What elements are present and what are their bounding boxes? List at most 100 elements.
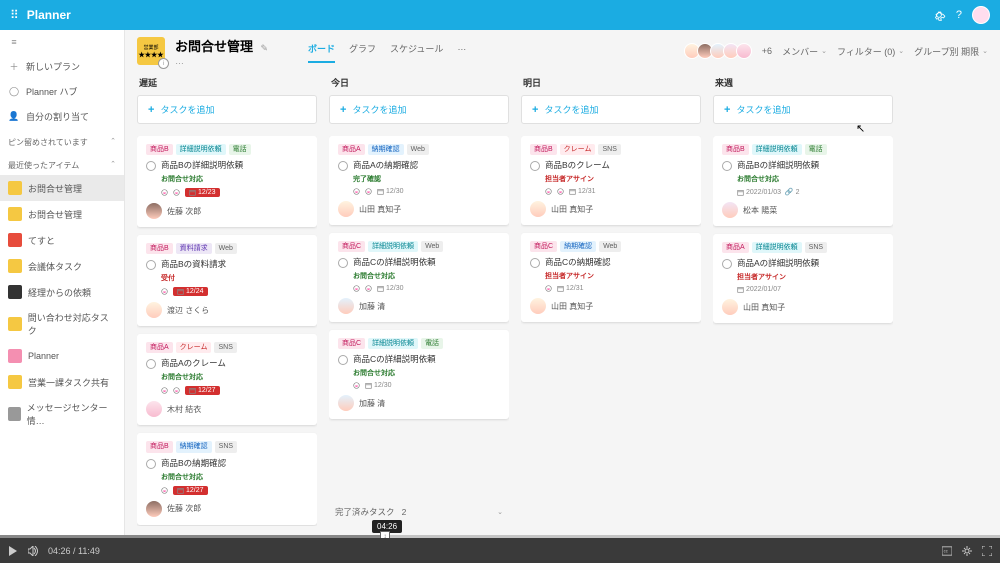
settings-icon[interactable] [962, 546, 972, 556]
add-task-button[interactable]: +タスクを追加 [137, 95, 317, 124]
task-tag[interactable]: Web [215, 243, 237, 254]
nav-plan-item[interactable]: てすと [0, 227, 124, 253]
task-tag[interactable]: Web [421, 241, 443, 252]
completed-toggle[interactable]: 完了済みタスク 2⌄ [329, 498, 509, 526]
task-tag[interactable]: 詳細説明依頼 [176, 144, 226, 155]
task-card[interactable]: 商品B詳細説明依頼電話 商品Bの詳細説明依頼 お問合せ対応 12/23佐藤 次郎 [137, 136, 317, 227]
members-dropdown[interactable]: メンバー⌄ [782, 45, 827, 58]
task-tag[interactable]: SNS [805, 242, 827, 253]
task-assignee[interactable]: 加藤 清 [338, 395, 500, 411]
task-tag[interactable]: クレーム [176, 342, 212, 353]
task-tag[interactable]: 納期確認 [560, 241, 596, 252]
fullscreen-icon[interactable] [982, 546, 992, 556]
task-tag[interactable]: SNS [598, 144, 620, 155]
task-assignee[interactable]: 山田 真知子 [530, 298, 692, 314]
tab[interactable]: ボード [308, 39, 335, 63]
task-card[interactable]: 商品B資料請求Web 商品Bの資料請求 受付 12/24渡辺 さくら [137, 235, 317, 326]
nav-plan-item[interactable]: 問い合わせ対応タスク [0, 305, 124, 343]
nav-new-plan[interactable]: ＋新しいプラン [0, 54, 124, 79]
task-tag[interactable]: 電話 [805, 144, 827, 155]
task-assignee[interactable]: 佐藤 次郎 [146, 501, 308, 517]
user-avatar[interactable] [972, 6, 990, 24]
task-card[interactable]: 商品AクレームSNS 商品Aのクレーム お問合せ対応 12/27木村 結衣 [137, 334, 317, 425]
nav-my-tasks[interactable]: 👤自分の割り当て [0, 104, 124, 129]
task-tag[interactable]: 商品B [146, 144, 173, 155]
nav-plan-item[interactable]: 会議体タスク [0, 253, 124, 279]
task-tag[interactable]: 商品B [530, 144, 557, 155]
complete-checkbox[interactable] [146, 359, 156, 369]
task-tag[interactable]: 電話 [229, 144, 251, 155]
task-tag[interactable]: Web [599, 241, 621, 252]
task-tag[interactable]: 商品C [530, 241, 557, 252]
task-assignee[interactable]: 佐藤 次郎 [146, 203, 308, 219]
group-dropdown[interactable]: グループ別 期限⌄ [914, 45, 988, 58]
help-icon[interactable]: ? [956, 9, 962, 21]
settings-icon[interactable] [932, 8, 946, 22]
tab[interactable]: … [457, 39, 466, 63]
task-tag[interactable]: 詳細説明依頼 [752, 144, 802, 155]
task-tag[interactable]: 納期確認 [368, 144, 404, 155]
member-avatars[interactable] [687, 43, 752, 59]
task-card[interactable]: 商品C詳細説明依頼Web 商品Cの詳細説明依頼 お問合せ対応 12/30加藤 清 [329, 233, 509, 322]
complete-checkbox[interactable] [530, 258, 540, 268]
task-tag[interactable]: 詳細説明依頼 [752, 242, 802, 253]
complete-checkbox[interactable] [338, 161, 348, 171]
task-tag[interactable]: 商品A [338, 144, 365, 155]
app-launcher-icon[interactable]: ⠿ [10, 8, 19, 22]
task-tag[interactable]: クレーム [560, 144, 596, 155]
volume-icon[interactable] [28, 546, 38, 556]
task-tag[interactable]: 納期確認 [176, 441, 212, 452]
captions-icon[interactable]: cc [942, 546, 952, 556]
task-assignee[interactable]: 山田 真知子 [722, 299, 884, 315]
nav-plan-item[interactable]: 営業一課タスク共有 [0, 369, 124, 395]
task-tag[interactable]: SNS [214, 342, 236, 353]
task-card[interactable]: 商品A詳細説明依頼SNS 商品Aの詳細説明依頼 担当者アサイン 2022/01/… [713, 234, 893, 323]
task-tag[interactable]: 商品A [146, 342, 173, 353]
info-badge-icon[interactable]: i [158, 58, 169, 69]
nav-hamburger[interactable]: ≡ [0, 30, 124, 54]
task-tag[interactable]: SNS [215, 441, 237, 452]
add-task-button[interactable]: +タスクを追加 [713, 95, 893, 124]
complete-checkbox[interactable] [338, 355, 348, 365]
task-tag[interactable]: 詳細説明依頼 [368, 241, 418, 252]
task-tag[interactable]: 詳細説明依頼 [368, 338, 418, 349]
task-card[interactable]: 商品C詳細説明依頼電話 商品Cの詳細説明依頼 お問合せ対応 12/30加藤 清 [329, 330, 509, 419]
plan-menu[interactable]: … [175, 56, 268, 66]
add-task-button[interactable]: +タスクを追加 [521, 95, 701, 124]
plan-logo[interactable]: 営業部★★★★ i [137, 37, 165, 65]
filter-dropdown[interactable]: フィルター (0)⌄ [837, 45, 904, 58]
play-icon[interactable] [8, 546, 18, 556]
nav-plan-item[interactable]: お問合せ管理 [0, 201, 124, 227]
nav-pinned-header[interactable]: ピン留めされています⌃ [0, 129, 124, 152]
task-tag[interactable]: 商品B [146, 243, 173, 254]
task-tag[interactable]: 商品B [146, 441, 173, 452]
task-tag[interactable]: 資料請求 [176, 243, 212, 254]
task-assignee[interactable]: 山田 真知子 [530, 201, 692, 217]
extra-members[interactable]: +6 [762, 46, 772, 56]
complete-checkbox[interactable] [722, 259, 732, 269]
edit-icon[interactable]: ✎ [260, 43, 268, 53]
task-assignee[interactable]: 加藤 清 [338, 298, 500, 314]
nav-plan-item[interactable]: お問合せ管理 [0, 175, 124, 201]
tab[interactable]: グラフ [349, 39, 376, 63]
task-card[interactable]: 商品A納期確認Web 商品Aの納期確認 完了確認 12/30山田 真知子 [329, 136, 509, 225]
task-card[interactable]: 商品B納期確認SNS 商品Bの納期確認 お問合せ対応 12/27佐藤 次郎 [137, 433, 317, 524]
task-assignee[interactable]: 木村 結衣 [146, 401, 308, 417]
task-tag[interactable]: 商品C [338, 241, 365, 252]
task-tag[interactable]: 商品A [722, 242, 749, 253]
task-tag[interactable]: Web [407, 144, 429, 155]
nav-recent-header[interactable]: 最近使ったアイテム⌃ [0, 152, 124, 175]
complete-checkbox[interactable] [338, 258, 348, 268]
nav-plan-item[interactable]: 経理からの依頼 [0, 279, 124, 305]
complete-checkbox[interactable] [146, 260, 156, 270]
task-assignee[interactable]: 松本 陽菜 [722, 202, 884, 218]
task-card[interactable]: 商品BクレームSNS 商品Bのクレーム 担当者アサイン 12/31山田 真知子 [521, 136, 701, 225]
complete-checkbox[interactable] [146, 161, 156, 171]
task-assignee[interactable]: 山田 真知子 [338, 201, 500, 217]
nav-hub[interactable]: ◯Planner ハブ [0, 79, 124, 104]
task-tag[interactable]: 商品C [338, 338, 365, 349]
complete-checkbox[interactable] [530, 161, 540, 171]
task-assignee[interactable]: 渡辺 さくら [146, 302, 308, 318]
task-tag[interactable]: 電話 [421, 338, 443, 349]
nav-plan-item[interactable]: Planner [0, 343, 124, 369]
